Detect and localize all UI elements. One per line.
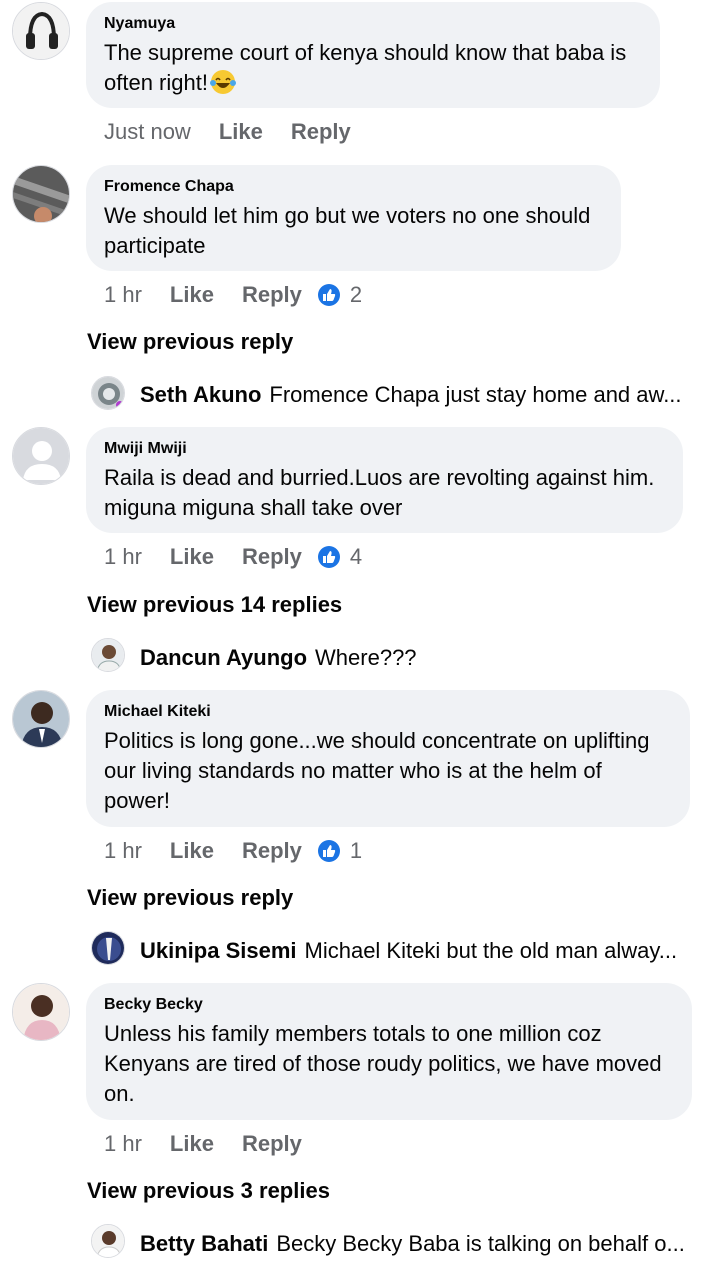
avatar[interactable]	[12, 983, 70, 1041]
reaction-count[interactable]: 1	[350, 838, 362, 863]
like-reaction-icon[interactable]	[317, 284, 340, 306]
view-previous-replies[interactable]: View previous 14 replies	[87, 590, 342, 620]
photo-avatar-icon	[92, 639, 124, 671]
headphones-avatar-icon	[13, 3, 69, 59]
comment-meta: 1 hr Like Reply 4	[104, 542, 362, 572]
photo-avatar-icon	[13, 984, 69, 1040]
like-reaction-icon[interactable]	[317, 546, 340, 568]
like-button[interactable]: Like	[170, 544, 214, 569]
photo-avatar-icon	[92, 1225, 124, 1257]
view-previous-replies[interactable]: View previous reply	[87, 327, 293, 357]
reply-text: Michael Kiteki but the old man alway...	[304, 938, 678, 963]
reply-text: Becky Becky Baba is talking on behalf o.…	[276, 1231, 685, 1256]
comment-meta: 1 hr Like Reply 2	[104, 280, 362, 310]
reaction-count[interactable]: 2	[350, 282, 362, 307]
reply-author[interactable]: Seth Akuno	[140, 382, 261, 407]
avatar[interactable]	[12, 690, 70, 748]
like-button[interactable]: Like	[219, 119, 263, 144]
reply-author[interactable]: Dancun Ayungo	[140, 645, 307, 670]
avatar[interactable]	[12, 165, 70, 223]
reply-author[interactable]: Betty Bahati	[140, 1231, 268, 1256]
reply-preview[interactable]: Betty Bahati Becky Becky Baba is talking …	[140, 1229, 685, 1259]
reply-preview[interactable]: Ukinipa Sisemi Michael Kiteki but the old…	[140, 936, 677, 966]
photo-avatar-icon	[92, 377, 124, 409]
reply-avatar[interactable]	[91, 1224, 125, 1258]
reply-button[interactable]: Reply	[242, 282, 302, 307]
reply-text: Where???	[315, 645, 417, 670]
comment-text: Raila is dead and burried.Luos are revol…	[104, 465, 655, 520]
comment-meta: 1 hr Like Reply 1	[104, 836, 362, 866]
reply-preview[interactable]: Dancun Ayungo Where???	[140, 643, 417, 673]
default-user-avatar-icon	[13, 428, 69, 484]
comment-author[interactable]: Becky Becky	[104, 995, 674, 1015]
reply-author[interactable]: Ukinipa Sisemi	[140, 938, 297, 963]
like-reaction-icon[interactable]	[317, 840, 340, 862]
comment-text-body: The supreme court of kenya should know t…	[104, 40, 627, 95]
reaction-count[interactable]: 4	[350, 544, 362, 569]
reply-avatar[interactable]	[91, 931, 125, 965]
comment-author[interactable]: Mwiji Mwiji	[104, 439, 665, 459]
comment-meta: Just now Like Reply	[104, 117, 351, 147]
reply-text: Fromence Chapa just stay home and aw...	[269, 382, 682, 407]
comment-time[interactable]: 1 hr	[104, 838, 142, 863]
view-previous-replies[interactable]: View previous reply	[87, 883, 293, 913]
avatar[interactable]	[12, 427, 70, 485]
reply-button[interactable]: Reply	[242, 544, 302, 569]
reply-button[interactable]: Reply	[291, 119, 351, 144]
comment-time[interactable]: 1 hr	[104, 544, 142, 569]
comment-text: Politics is long gone...we should concen…	[104, 728, 650, 813]
reply-avatar[interactable]	[91, 638, 125, 672]
comment-bubble: Michael Kiteki Politics is long gone...w…	[86, 690, 690, 827]
comment-bubble: Fromence Chapa We should let him go but …	[86, 165, 621, 271]
comment-time[interactable]: Just now	[104, 119, 191, 144]
comment-text: We should let him go but we voters no on…	[104, 203, 591, 258]
reply-avatar[interactable]	[91, 376, 125, 410]
like-button[interactable]: Like	[170, 1131, 214, 1156]
reply-button[interactable]: Reply	[242, 838, 302, 863]
comment-bubble: Mwiji Mwiji Raila is dead and burried.Lu…	[86, 427, 683, 533]
comment-bubble: Becky Becky Unless his family members to…	[86, 983, 692, 1120]
like-button[interactable]: Like	[170, 838, 214, 863]
photo-avatar-icon	[13, 166, 69, 222]
laughing-tears-emoji-icon	[209, 70, 236, 94]
reply-preview[interactable]: Seth Akuno Fromence Chapa just stay home …	[140, 380, 682, 410]
avatar[interactable]	[12, 2, 70, 60]
comment-text: The supreme court of kenya should know t…	[104, 38, 642, 98]
comment-author[interactable]: Nyamuya	[104, 14, 642, 34]
comment-author[interactable]: Michael Kiteki	[104, 702, 672, 722]
comment-time[interactable]: 1 hr	[104, 282, 142, 307]
comment-text: Unless his family members totals to one …	[104, 1021, 662, 1106]
comment-meta: 1 hr Like Reply	[104, 1129, 302, 1159]
reply-button[interactable]: Reply	[242, 1131, 302, 1156]
photo-avatar-icon	[92, 932, 124, 964]
comment-time[interactable]: 1 hr	[104, 1131, 142, 1156]
comment-author[interactable]: Fromence Chapa	[104, 177, 603, 197]
comment-bubble: Nyamuya The supreme court of kenya shoul…	[86, 2, 660, 108]
view-previous-replies[interactable]: View previous 3 replies	[87, 1176, 330, 1206]
like-button[interactable]: Like	[170, 282, 214, 307]
photo-avatar-icon	[13, 691, 69, 747]
